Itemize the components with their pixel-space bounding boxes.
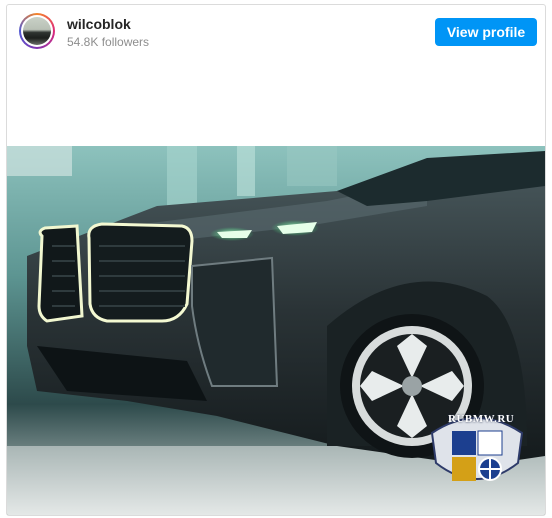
view-profile-button[interactable]: View profile [435,18,537,46]
avatar[interactable] [19,13,55,49]
avatar-image [23,17,51,45]
watermark: RUBMW.RU [422,403,532,495]
embed-header: wilcoblok 54.8K followers View profile [7,5,545,61]
avatar-ring [21,15,53,47]
username[interactable]: wilcoblok [67,16,131,32]
watermark-text: RUBMW.RU [448,413,515,425]
followers-count: 54.8K followers [67,35,150,49]
